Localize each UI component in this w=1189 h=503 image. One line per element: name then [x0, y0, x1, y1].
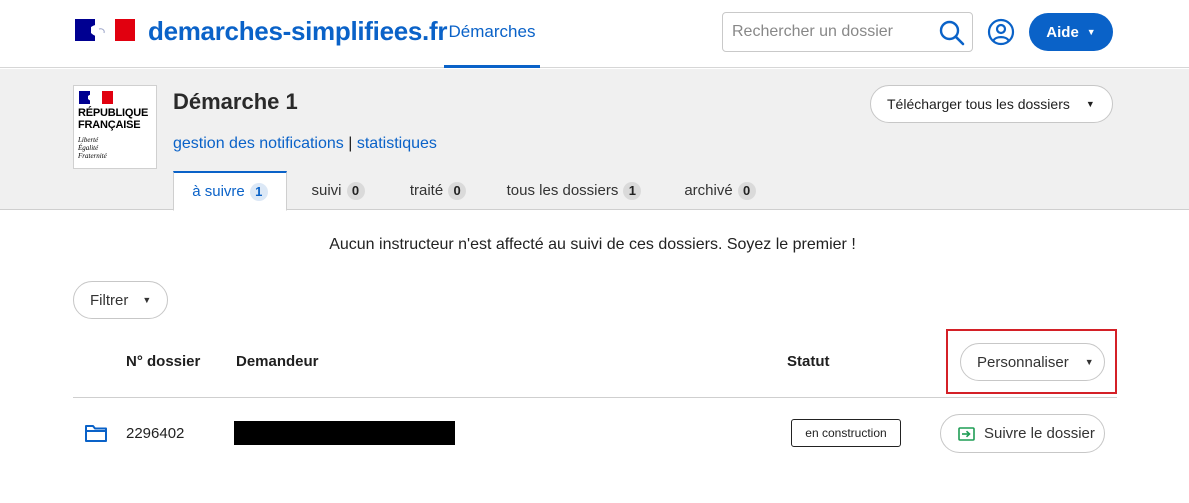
follow-dossier-button[interactable]: Suivre le dossier	[940, 414, 1105, 453]
count-badge: 0	[346, 181, 365, 200]
download-all-button[interactable]: Télécharger tous les dossiers ▼	[870, 85, 1113, 123]
count-badge: 0	[448, 181, 467, 200]
count-badge: 0	[737, 181, 756, 200]
link-separator: |	[348, 135, 353, 152]
filter-label: Filtrer	[90, 291, 129, 309]
tab-label: archivé	[684, 182, 733, 199]
search-icon[interactable]	[938, 19, 966, 47]
customize-label: Personnaliser	[977, 353, 1069, 371]
search-input[interactable]	[732, 23, 932, 41]
follow-arrow-icon	[958, 426, 975, 441]
logo-text-francaise: FRANÇAISE	[78, 119, 141, 131]
count-badge: 1	[623, 181, 642, 200]
help-button-label: Aide	[1046, 23, 1079, 41]
logo-motto-fraternite: Fraternité	[78, 152, 107, 160]
tab-traite[interactable]: traité 0	[395, 171, 481, 210]
tab-label: tous les dossiers	[506, 182, 619, 199]
column-header-statut[interactable]: Statut	[787, 353, 830, 370]
count-badge: 1	[249, 182, 268, 201]
search-box	[722, 12, 973, 52]
chevron-down-icon: ▼	[1085, 99, 1095, 109]
marianne-logo-icon[interactable]	[75, 19, 135, 41]
customize-columns-button[interactable]: Personnaliser ▼	[960, 343, 1105, 381]
notifications-link[interactable]: gestion des notifications	[173, 135, 344, 152]
chevron-down-icon: ▼	[1084, 357, 1094, 367]
user-account-icon[interactable]	[987, 18, 1015, 46]
tab-label: à suivre	[192, 183, 245, 200]
procedure-header: RÉPUBLIQUE FRANÇAISE Liberté Égalité Fra…	[0, 69, 1189, 211]
nav-demarches-link[interactable]: Démarches	[444, 22, 540, 68]
procedure-title: Démarche 1	[173, 89, 298, 114]
dossier-number-link[interactable]: 2296402	[126, 425, 184, 442]
folder-icon[interactable]	[84, 423, 108, 443]
chevron-down-icon: ▼	[1086, 27, 1096, 37]
status-badge: en construction	[791, 419, 901, 447]
logo-motto-liberte: Liberté	[78, 136, 99, 144]
logo-text-republique: RÉPUBLIQUE	[78, 107, 149, 119]
chevron-down-icon: ▼	[142, 295, 152, 305]
tab-label: suivi	[311, 182, 342, 199]
tab-a-suivre[interactable]: à suivre 1	[173, 171, 287, 211]
tab-label: traité	[409, 182, 444, 199]
tab-suivi[interactable]: suivi 0	[295, 171, 381, 210]
procedure-links: gestion des notifications | statistiques	[173, 135, 437, 153]
tab-archive[interactable]: archivé 0	[675, 171, 765, 210]
statistics-link[interactable]: statistiques	[357, 135, 437, 152]
marianne-small-icon	[79, 91, 113, 104]
no-instructor-notice: Aucun instructeur n'est affecté au suivi…	[329, 236, 856, 253]
site-name-link[interactable]: demarches-simplifiees.fr	[148, 16, 447, 47]
filter-dropdown-button[interactable]: Filtrer ▼	[73, 281, 168, 319]
column-header-demandeur[interactable]: Demandeur	[236, 353, 319, 370]
help-dropdown-button[interactable]: Aide ▼	[1029, 13, 1113, 51]
tab-tous-les-dossiers[interactable]: tous les dossiers 1	[503, 171, 645, 210]
table-divider	[73, 397, 1117, 398]
download-all-label: Télécharger tous les dossiers	[887, 96, 1070, 112]
follow-dossier-label: Suivre le dossier	[984, 425, 1095, 442]
logo-motto-egalite: Égalité	[78, 144, 99, 152]
republique-francaise-logo: RÉPUBLIQUE FRANÇAISE Liberté Égalité Fra…	[73, 85, 157, 169]
top-header: demarches-simplifiees.fr Démarches Aide …	[0, 0, 1189, 68]
redacted-applicant	[234, 421, 455, 445]
column-header-dossier[interactable]: N° dossier	[126, 353, 200, 370]
